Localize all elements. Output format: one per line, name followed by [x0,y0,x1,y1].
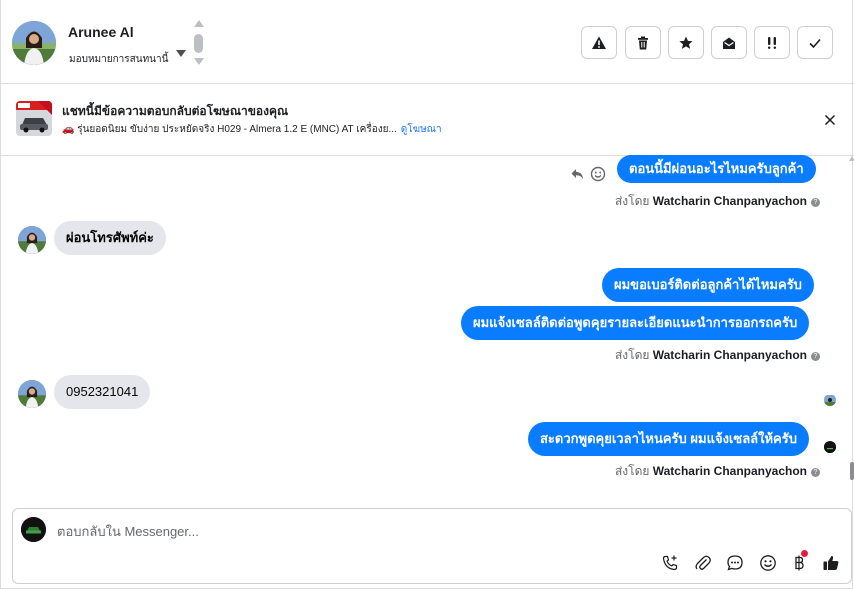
emoji-button[interactable] [758,553,778,573]
sent-by-label: ส่งโดย Watcharin Chanpanyachon? [615,192,820,211]
ad-description: 🚗 รุ่นยอดนิยม ขับง่าย ประหยัดจริง H029 -… [62,124,397,135]
page-avatar-small [824,441,836,453]
exclamation-icon [768,36,776,49]
scroll-thumb[interactable] [850,462,854,480]
contact-avatar-small[interactable] [18,380,46,408]
close-icon[interactable] [822,112,838,128]
scroll-thumb[interactable] [194,34,203,53]
star-icon [679,36,693,49]
delete-button[interactable] [625,26,661,59]
contact-avatar-small[interactable] [18,226,46,254]
view-ad-link[interactable]: ดูโฆษณา [401,124,442,135]
sender-name: Watcharin Chanpanyachon [652,464,807,478]
info-icon[interactable]: ? [811,352,820,361]
sent-by-prefix: ส่งโดย [614,464,650,478]
star-button[interactable] [668,26,704,59]
sent-by-label: ส่งโดย Watcharin Chanpanyachon? [615,346,820,365]
follow-up-button[interactable] [754,26,790,59]
ad-thumbnail[interactable] [16,101,52,136]
warning-icon [592,36,606,49]
ad-title: แชทนี้มีข้อความตอบกลับต่อโฆษณาของคุณ [62,104,289,118]
call-button[interactable] [660,553,680,573]
scroll-down-icon[interactable] [194,58,204,65]
sent-by-prefix: ส่งโดย [614,348,650,362]
outgoing-message[interactable]: ตอนนี้มีผ่อนอะไรไหมครับลูกค้า [617,155,816,183]
contact-name[interactable]: Arunee Al [68,24,134,40]
react-icon[interactable] [590,166,606,182]
header-scrollbar[interactable] [192,20,206,68]
check-icon [809,38,821,48]
info-icon[interactable]: ? [811,198,820,207]
sent-by-prefix: ส่งโดย [614,194,650,208]
attach-button[interactable] [693,553,713,573]
payment-button[interactable] [789,550,809,573]
chevron-down-icon[interactable] [176,50,186,57]
page-avatar [21,517,46,542]
reply-composer [12,508,852,584]
ad-reply-banner: แชทนี้มีข้อความตอบกลับต่อโฆษณาของคุณ 🚗 ร… [0,84,854,156]
contact-avatar[interactable] [12,21,56,65]
outgoing-message[interactable]: สะดวกพูดคุยเวลาไหนครับ ผมแจ้งเซลล์ให้ครั… [528,422,809,456]
conversation-header: Arunee Al มอบหมายการสนทนานี้ [0,0,854,84]
sender-name: Watcharin Chanpanyachon [652,348,807,362]
outgoing-message[interactable]: ผมขอเบอร์ติดต่อลูกค้าได้ไหมครับ [602,268,814,302]
incoming-message[interactable]: 0952321041 [54,375,151,409]
saved-replies-button[interactable] [725,553,745,573]
paperclip-icon [695,555,711,570]
mark-unread-button[interactable] [711,26,747,59]
thread-scrollbar[interactable] [849,156,854,496]
reply-icon[interactable] [570,167,584,181]
outgoing-message[interactable]: ผมแจ้งเซลล์ติดต่อพูดคุยรายละเอียดแนะนำกา… [461,306,810,340]
ad-subtitle: 🚗 รุ่นยอดนิยม ขับง่าย ประหยัดจริง H029 -… [62,122,442,137]
sender-name: Watcharin Chanpanyachon [652,194,807,208]
chat-bubble-icon [727,555,743,571]
incoming-message[interactable]: ผ่อนโทรศัพท์ค่ะ [54,221,166,255]
scroll-up-icon[interactable] [194,20,204,27]
smiley-icon [760,555,776,571]
notification-dot [801,550,808,557]
thumbs-up-icon [823,555,839,570]
trash-icon [638,36,648,49]
info-icon[interactable]: ? [811,468,820,477]
seen-by-avatar [824,394,836,406]
sent-by-label: ส่งโดย Watcharin Chanpanyachon? [615,462,820,481]
reply-input[interactable] [57,521,757,541]
report-spam-button[interactable] [581,26,617,59]
envelope-open-icon [723,37,735,49]
assign-conversation-label[interactable]: มอบหมายการสนทนานี้ [69,52,168,67]
mark-done-button[interactable] [797,26,833,59]
phone-plus-icon [662,555,678,571]
like-button[interactable] [821,553,841,573]
scroll-up-icon[interactable] [849,156,854,161]
